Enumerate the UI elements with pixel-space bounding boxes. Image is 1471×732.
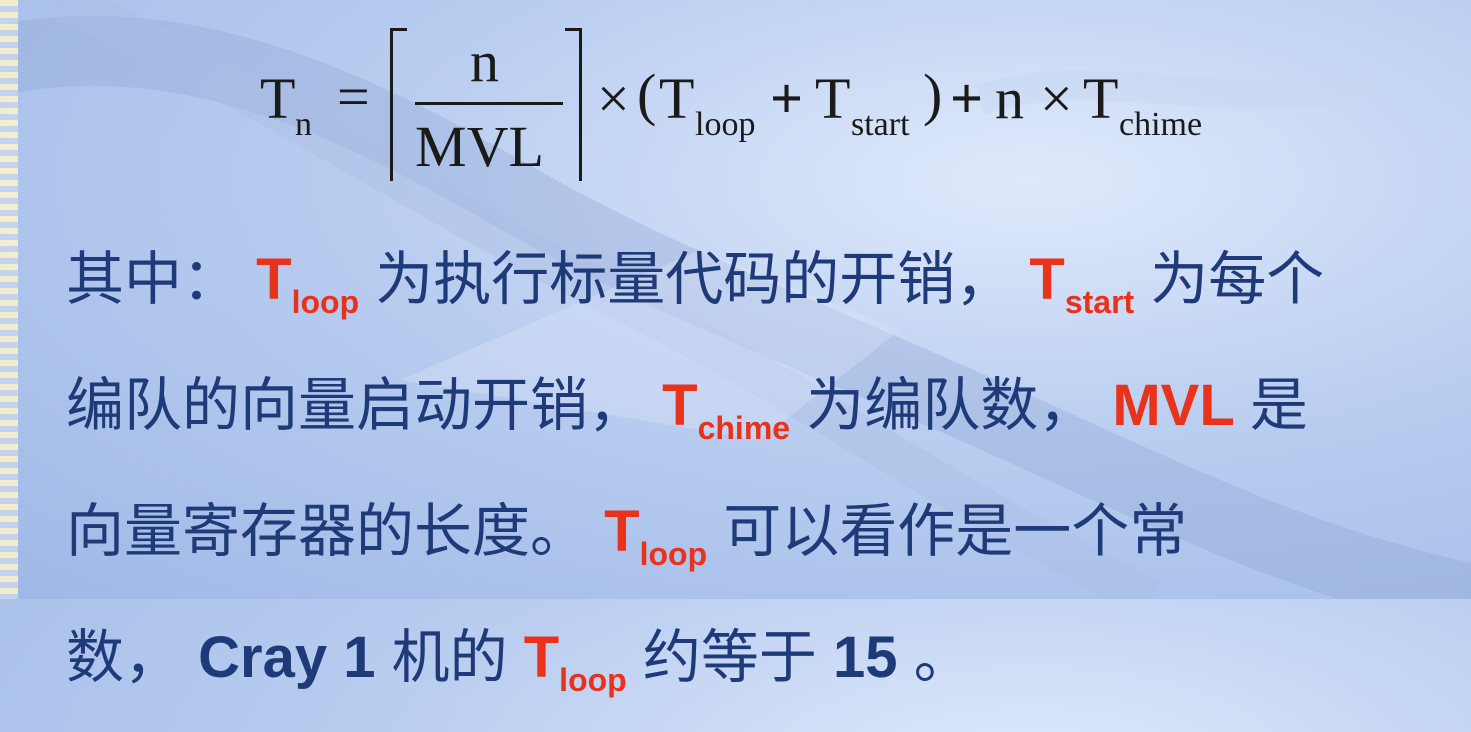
text-segment: 为编队数， — [806, 373, 1097, 438]
ceiling-right-bracket — [565, 28, 582, 181]
T-start-subscript: start — [1064, 284, 1135, 320]
fraction-bar — [415, 102, 563, 105]
formula-n: n — [995, 66, 1024, 131]
formula-times: × — [597, 66, 630, 131]
text-segment: 约等于 — [642, 625, 833, 690]
explanation-paragraph: 其中： Tloop 为执行标量代码的开销， Tstart 为每个 编队的向量启动… — [66, 228, 1446, 732]
text-segment: 向量寄存器的长度。 — [66, 499, 589, 564]
T-loop-symbol: T — [604, 499, 640, 564]
text-segment: 是 — [1249, 373, 1308, 438]
text-segment: 其中： — [66, 247, 241, 312]
T-loop-symbol: T — [256, 247, 292, 312]
text-segment: 为每个 — [1150, 247, 1325, 312]
cray-1-term: Cray 1 — [198, 625, 376, 690]
formula-T: T — [260, 66, 296, 131]
text-segment: 机的 — [391, 625, 524, 690]
MVL-term: MVL — [1112, 373, 1234, 438]
paragraph-line-3: 向量寄存器的长度。 Tloop 可以看作是一个常 — [66, 480, 1446, 606]
formula-T-chime: T — [1083, 66, 1119, 131]
T-loop-subscript: loop — [559, 662, 627, 698]
ceiling-left-bracket — [390, 28, 407, 181]
T-loop-symbol: T — [523, 625, 560, 690]
text-segment: 为执行标量代码的开销， — [375, 247, 1014, 312]
text-segment: 。 — [913, 625, 972, 690]
value-15: 15 — [832, 625, 898, 690]
formula-T-start: T — [815, 66, 851, 131]
T-loop-subscript: loop — [291, 284, 360, 320]
formula-T-loop: T — [659, 66, 695, 131]
paragraph-line-4: 数， Cray 1 机的 Tloop 约等于 15 。 — [66, 606, 1446, 732]
formula-numerator: n — [470, 29, 499, 94]
formula-T-chime-sub: chime — [1119, 106, 1203, 143]
formula-equals: = — [337, 64, 370, 129]
formula-times-2: × — [1040, 66, 1073, 131]
formula: T n = n MVL × ( T loop + T start ) + n ×… — [255, 18, 1215, 188]
T-chime-symbol: T — [662, 373, 698, 438]
text-segment: 数， — [66, 625, 183, 690]
formula-plus: + — [770, 66, 804, 131]
formula-plus-2: + — [950, 66, 984, 131]
text-segment: 编队的向量启动开销， — [66, 373, 647, 438]
decorative-border — [0, 0, 18, 599]
formula-lparen: ( — [637, 62, 657, 127]
paragraph-line-2: 编队的向量启动开销， Tchime 为编队数， MVL 是 — [66, 354, 1446, 480]
formula-T-sub: n — [295, 106, 312, 143]
formula-T-start-sub: start — [851, 106, 910, 143]
formula-T-loop-sub: loop — [695, 106, 756, 143]
T-start-symbol: T — [1029, 247, 1065, 312]
T-chime-subscript: chime — [697, 410, 791, 446]
paragraph-line-1: 其中： Tloop 为执行标量代码的开销， Tstart 为每个 — [66, 228, 1446, 354]
formula-denominator: MVL — [415, 114, 544, 179]
formula-rparen: ) — [923, 62, 943, 127]
text-segment: 可以看作是一个常 — [723, 499, 1188, 564]
T-loop-subscript: loop — [639, 536, 708, 572]
